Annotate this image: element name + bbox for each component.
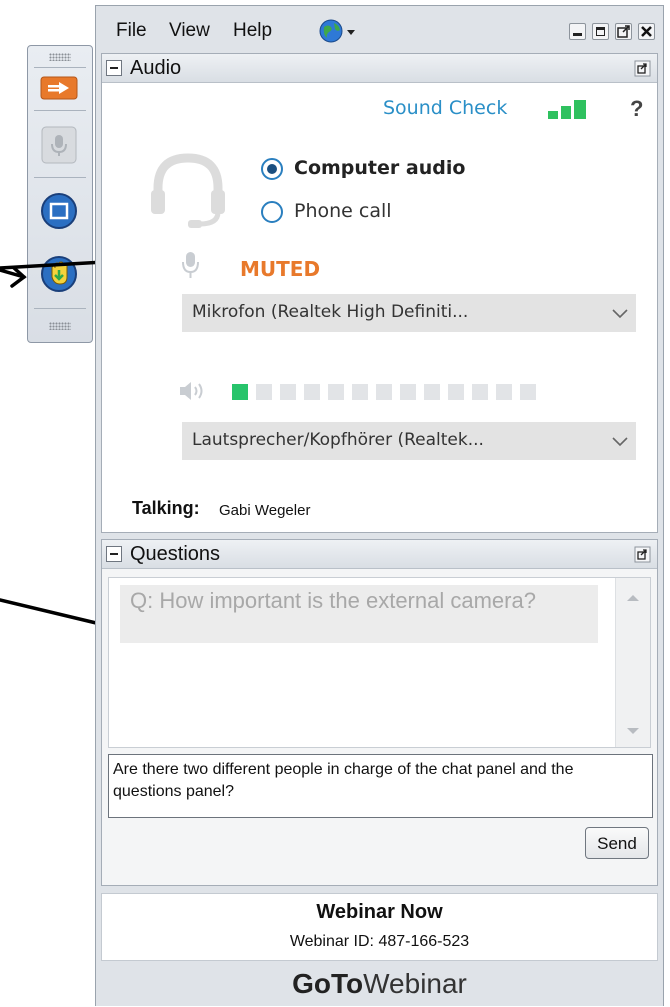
popout-icon <box>617 25 630 38</box>
computer-audio-radio[interactable] <box>261 158 283 180</box>
webinar-name: Webinar Now <box>316 901 443 923</box>
question-log: Q: How important is the external camera? <box>108 577 651 748</box>
level-meter-cell <box>352 384 368 400</box>
maximize-icon <box>596 27 605 36</box>
chevron-down-icon <box>347 30 355 35</box>
level-meter-cell <box>280 384 296 400</box>
popout-icon[interactable] <box>634 60 651 77</box>
scroll-down-icon[interactable] <box>625 726 641 736</box>
level-meter-cell <box>232 384 248 400</box>
questions-panel-header: Questions <box>102 540 657 569</box>
popout-window-button[interactable] <box>615 23 632 40</box>
webinar-id: Webinar ID: 487-166-523 <box>289 933 470 950</box>
level-meter-cell <box>376 384 392 400</box>
level-meter-cell <box>448 384 464 400</box>
webinar-info: Webinar Now Webinar ID: 487-166-523 <box>101 893 658 961</box>
questions-panel-title: Questions <box>130 543 221 565</box>
speaker-device-select[interactable]: Lautsprecher/Kopfhörer (Realtek... <box>182 422 636 460</box>
audio-panel-title: Audio <box>130 57 182 79</box>
maximize-button[interactable] <box>592 23 609 40</box>
menu-help[interactable]: Help <box>233 20 272 42</box>
audio-panel-header: Audio <box>102 54 657 83</box>
language-menu[interactable] <box>318 18 360 49</box>
speaker-device-value: Lautsprecher/Kopfhörer (Realtek... <box>192 430 484 450</box>
popout-icon[interactable] <box>634 546 651 563</box>
mic-muted-status: MUTED <box>240 257 321 281</box>
question-item[interactable]: Q: How important is the external camera? <box>120 585 598 643</box>
speaker-icon <box>180 382 203 400</box>
talking-label: Talking: <box>132 498 200 518</box>
menu-file[interactable]: File <box>116 20 147 42</box>
menu-view[interactable]: View <box>169 20 210 42</box>
level-meter-cell <box>304 384 320 400</box>
computer-audio-label[interactable]: Computer audio <box>294 157 465 179</box>
questions-panel: Questions Q: How important is the extern… <box>101 539 658 886</box>
gotowebinar-control-panel: File View Help Audio Sound Check ? Compu… <box>95 5 664 1006</box>
audio-panel: Audio Sound Check ? Computer audio Phone… <box>101 53 658 533</box>
signal-strength-icon <box>548 100 586 119</box>
headset-icon <box>151 153 225 228</box>
level-meter-cell <box>256 384 272 400</box>
level-meter-cell <box>520 384 536 400</box>
chevron-down-icon <box>612 437 628 447</box>
gotowebinar-logo: GoToWebinar <box>96 964 663 1007</box>
menu-bar: File View Help <box>96 6 663 48</box>
sound-check-link[interactable]: Sound Check <box>383 97 507 119</box>
talking-name: Gabi Wegeler <box>219 502 311 519</box>
level-meter-cell <box>400 384 416 400</box>
microphone-device-value: Mikrofon (Realtek High Definiti... <box>192 302 469 322</box>
phone-call-radio[interactable] <box>261 201 283 223</box>
question-log-scrollbar[interactable] <box>615 578 650 747</box>
phone-call-label[interactable]: Phone call <box>294 200 392 222</box>
question-draft-text: Are there two different people in charge… <box>113 761 574 800</box>
collapse-audio-button[interactable] <box>106 60 122 76</box>
microphone-icon <box>182 252 199 278</box>
close-button[interactable] <box>638 23 655 40</box>
chevron-down-icon <box>612 309 628 319</box>
brand-light: Webinar <box>363 968 467 999</box>
globe-icon <box>319 19 355 43</box>
scroll-up-icon[interactable] <box>625 593 641 603</box>
minimize-button[interactable] <box>569 23 586 40</box>
close-icon <box>641 26 652 37</box>
arrow-to-raise-hand <box>0 266 27 288</box>
question-text: Q: How important is the external camera? <box>130 588 536 613</box>
brand-bold: GoTo <box>292 968 364 999</box>
microphone-device-select[interactable]: Mikrofon (Realtek High Definiti... <box>182 294 636 332</box>
send-button[interactable]: Send <box>585 827 649 859</box>
collapse-questions-button[interactable] <box>106 546 122 562</box>
level-meter-cell <box>424 384 440 400</box>
send-button-label: Send <box>597 834 637 853</box>
minimize-icon <box>573 33 582 36</box>
level-meter-cell <box>472 384 488 400</box>
audio-help-button[interactable]: ? <box>630 96 643 122</box>
level-meter-cell <box>328 384 344 400</box>
question-input[interactable]: Are there two different people in charge… <box>108 754 653 818</box>
level-meter-cell <box>496 384 512 400</box>
